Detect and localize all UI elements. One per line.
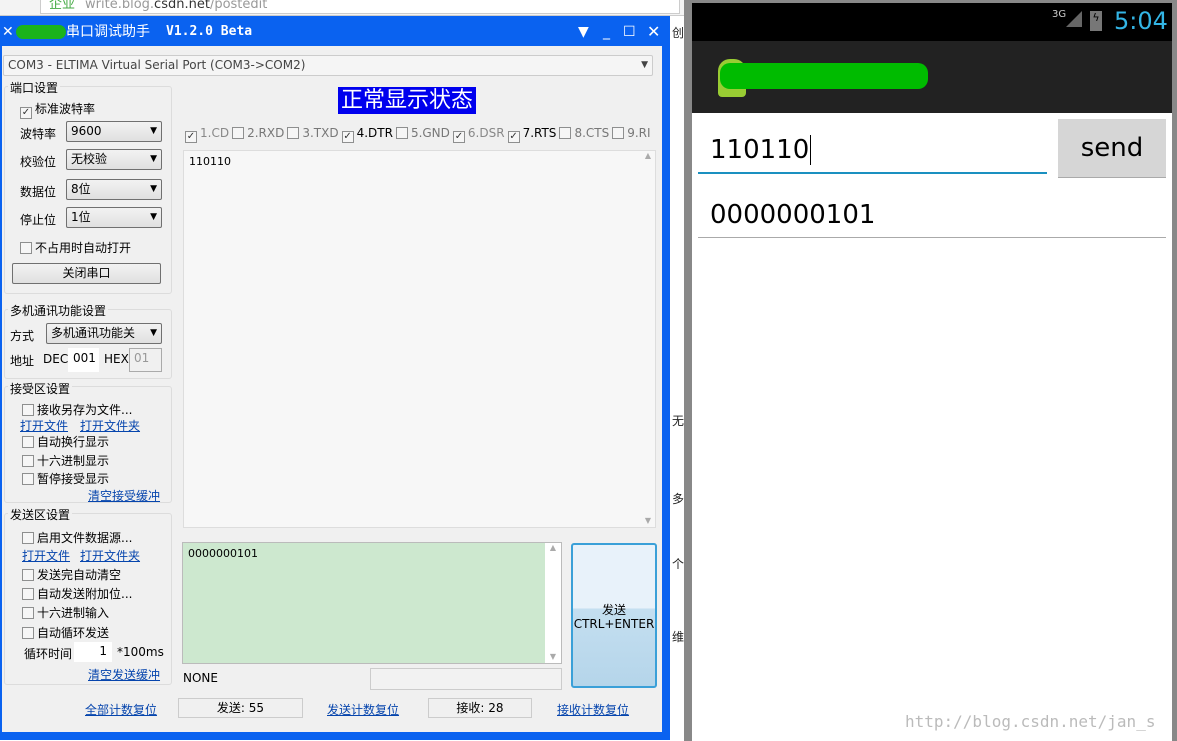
std-baud-checkbox[interactable]: ✓ 标准波特率 <box>20 100 95 119</box>
status-banner: 正常显示状态 <box>338 87 477 114</box>
minimize-button[interactable]: _ <box>603 16 610 48</box>
browser-url-bar[interactable]: 企业 write.blog.csdn.net/postedit <box>40 0 680 14</box>
baud-select[interactable]: 9600 <box>66 121 162 142</box>
send-open-file-link[interactable]: 打开文件 <box>22 547 70 564</box>
page-fragment: 无 <box>672 414 685 428</box>
send-scrollbar[interactable]: ▲ ▼ <box>545 543 561 663</box>
network-icon: 3G <box>1052 9 1067 20</box>
interval-input[interactable]: 1 <box>74 642 112 662</box>
menu-icon[interactable]: ▼ <box>578 16 589 48</box>
mode-label: 方式 <box>10 329 35 343</box>
auto-wrap-checkbox[interactable]: 自动换行显示 <box>22 433 109 450</box>
recv-open-file-link[interactable]: 打开文件 <box>20 417 68 434</box>
watermark: http://blog.csdn.net/jan_s <box>905 712 1156 731</box>
parity-select[interactable]: 无校验 <box>66 149 162 170</box>
parity-label: 校验位 <box>20 155 57 169</box>
hex-input: 01 <box>129 348 162 372</box>
signal-3-txd-checkbox[interactable]: 3.TXD <box>287 126 339 140</box>
phone-output: 0000000101 <box>698 196 1166 238</box>
receive-text: 110110 <box>189 155 231 168</box>
progress-field <box>370 668 562 690</box>
reset-sent-link[interactable]: 发送计数复位 <box>327 701 399 718</box>
interval-label: 循环时间 <box>24 647 73 661</box>
app-icon: ✕ <box>2 24 14 40</box>
url-domain: csdn.net <box>154 0 210 12</box>
signal-icon <box>1066 11 1082 27</box>
reset-all-link[interactable]: 全部计数复位 <box>85 701 157 718</box>
battery-icon: ϟ <box>1090 11 1102 31</box>
send-title: 发送区设置 <box>8 506 73 523</box>
file-source-checkbox[interactable]: 启用文件数据源... <box>22 529 132 546</box>
hex-display-checkbox[interactable]: 十六进制显示 <box>22 452 109 469</box>
stopbits-select[interactable]: 1位 <box>66 207 162 228</box>
maximize-button[interactable]: ☐ <box>623 16 636 48</box>
hex-label: HEX <box>104 352 129 366</box>
receive-scrollbar[interactable]: ▲ ▼ <box>641 151 655 527</box>
send-open-folder-link[interactable]: 打开文件夹 <box>80 547 140 564</box>
page-fragment: 创 <box>672 26 685 40</box>
signal-8-cts-checkbox[interactable]: 8.CTS <box>559 126 609 140</box>
url-tag: 企业 <box>49 0 76 12</box>
url-prefix: write.blog. <box>85 0 155 12</box>
stopbits-label: 停止位 <box>20 213 57 227</box>
multi-title: 多机通讯功能设置 <box>8 302 109 319</box>
redaction-mark <box>720 63 928 89</box>
signal-6-dsr-checkbox[interactable]: ✓ 6.DSR <box>452 126 505 143</box>
signal-9-ri-checkbox[interactable]: 9.RI <box>612 126 651 140</box>
phone-send-button[interactable]: send <box>1058 119 1166 178</box>
clear-recv-link[interactable]: 清空接受缓冲 <box>88 487 160 504</box>
port-settings-title: 端口设置 <box>8 79 61 96</box>
send-button[interactable]: 发送 CTRL+ENTER <box>571 543 657 688</box>
title-bar[interactable]: ✕ 串口调试助手 V1.2.0 Beta ▼ _ ☐ ✕ <box>0 16 670 46</box>
window-title: 串口调试助手 <box>66 24 150 40</box>
status-bar: 3G ϟ 5:04 <box>692 3 1172 41</box>
recv-save-file-checkbox[interactable]: 接收另存为文件... <box>22 401 132 418</box>
status-text: NONE <box>183 671 218 685</box>
signal-2-rxd-checkbox[interactable]: 2.RXD <box>232 126 284 140</box>
page-fragment: 多 <box>672 492 685 506</box>
mode-select[interactable]: 多机通讯功能关 <box>46 323 162 344</box>
auto-open-checkbox[interactable]: 不占用时自动打开 <box>20 239 131 256</box>
signal-5-gnd-checkbox[interactable]: 5.GND <box>395 126 450 140</box>
clock: 5:04 <box>1114 7 1168 35</box>
signal-lines: ✓ 1.CD 2.RXD 3.TXD ✓ 4.DTR 5.GND ✓ 6.DSR ✓ 7.RTS 8.… <box>185 126 654 143</box>
close-port-button[interactable]: 关闭串口 <box>12 263 161 284</box>
close-button[interactable]: ✕ <box>647 16 660 48</box>
databits-label: 数据位 <box>20 185 57 199</box>
send-text: 0000000101 <box>188 547 258 560</box>
databits-select[interactable]: 8位 <box>66 179 162 200</box>
signal-1-cd-checkbox[interactable]: ✓ 1.CD <box>185 126 229 143</box>
interval-unit: *100ms <box>117 645 164 659</box>
hex-input-checkbox[interactable]: 十六进制输入 <box>22 604 109 621</box>
pause-display-checkbox[interactable]: 暂停接受显示 <box>22 470 109 487</box>
window-version: V1.2.0 Beta <box>166 24 253 39</box>
page-fragment: 维 <box>672 630 685 644</box>
address-label: 地址 <box>10 354 35 368</box>
signal-4-dtr-checkbox[interactable]: ✓ 4.DTR <box>341 126 393 143</box>
recv-open-folder-link[interactable]: 打开文件夹 <box>80 417 140 434</box>
port-select[interactable]: COM3 - ELTIMA Virtual Serial Port (COM3-… <box>3 55 653 76</box>
auto-clear-checkbox[interactable]: 发送完自动清空 <box>22 566 121 583</box>
received-counter: 接收: 28 <box>428 698 532 718</box>
send-input[interactable]: 0000000101 ▲ ▼ <box>182 542 562 664</box>
dec-label: DEC <box>43 352 69 366</box>
signal-7-rts-checkbox[interactable]: ✓ 7.RTS <box>507 126 556 143</box>
receive-area[interactable]: 110110 ▲ ▼ <box>183 150 656 528</box>
loop-send-checkbox[interactable]: 自动循环发送 <box>22 624 109 641</box>
phone-input[interactable]: 110110 <box>698 130 1047 174</box>
sent-counter: 发送: 55 <box>178 698 303 718</box>
action-bar <box>692 41 1172 113</box>
page-fragment: 个 <box>672 557 685 571</box>
recv-title: 接受区设置 <box>8 380 73 397</box>
redaction-mark <box>16 25 66 39</box>
append-bits-checkbox[interactable]: 自动发送附加位... <box>22 585 132 602</box>
baud-label: 波特率 <box>20 127 57 141</box>
url-suffix: /postedit <box>209 0 268 12</box>
clear-send-link[interactable]: 清空发送缓冲 <box>88 666 160 683</box>
dec-input[interactable]: 001 <box>68 348 99 372</box>
reset-recv-link[interactable]: 接收计数复位 <box>557 701 629 718</box>
